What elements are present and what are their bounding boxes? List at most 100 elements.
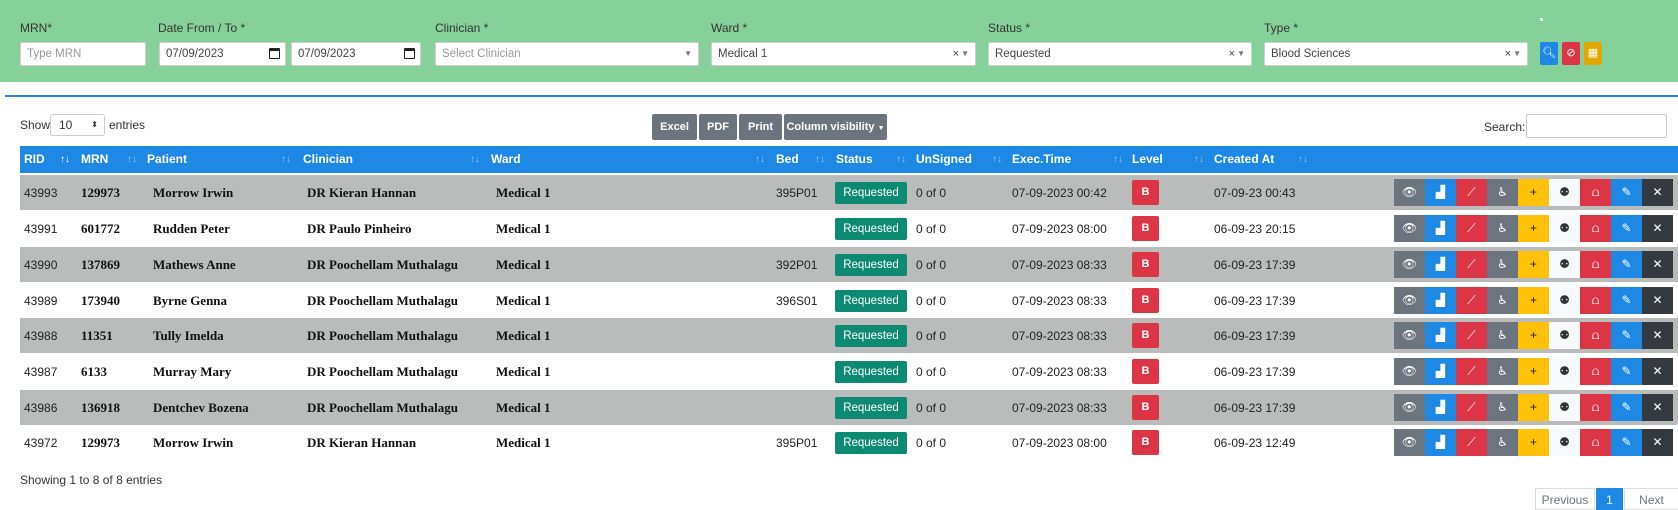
tube-button[interactable]: ⩍ [1580, 179, 1611, 206]
table-row[interactable]: 43986 136918 Dentchev Bozena DR Poochellam … [20, 390, 1678, 425]
table-row[interactable]: 43989 173940 Byrne Genna DR Poochellam Muth… [20, 283, 1678, 318]
edit-button[interactable]: ✎ [1611, 287, 1642, 314]
plus-button[interactable]: + [1518, 179, 1549, 206]
date-from-input[interactable]: 07/09/2023 [159, 42, 286, 66]
edit-button[interactable]: ✎ [1611, 215, 1642, 242]
close-button[interactable]: ✕ [1642, 358, 1673, 385]
line-chart-button[interactable]: ⟋ [1456, 429, 1487, 456]
column-header-ward[interactable]: Ward [491, 152, 521, 166]
bar-chart-button[interactable]: ▟ [1425, 322, 1456, 349]
wheelchair-button[interactable]: ♿ [1487, 429, 1518, 456]
bar-chart-button[interactable]: ▟ [1425, 287, 1456, 314]
users-button[interactable]: ⚉ [1549, 429, 1580, 456]
edit-button[interactable]: ✎ [1611, 179, 1642, 206]
users-button[interactable]: ⚉ [1549, 287, 1580, 314]
wheelchair-button[interactable]: ♿ [1487, 287, 1518, 314]
users-button[interactable]: ⚉ [1549, 179, 1580, 206]
close-button[interactable]: ✕ [1642, 215, 1673, 242]
excel-button[interactable]: Excel [652, 114, 697, 140]
bar-chart-button[interactable]: ▟ [1425, 429, 1456, 456]
wheelchair-button[interactable]: ♿ [1487, 322, 1518, 349]
eye-button[interactable]: 👁 [1394, 215, 1425, 242]
plus-button[interactable]: + [1518, 215, 1549, 242]
column-header-mrn[interactable]: MRN [81, 152, 108, 166]
wheelchair-button[interactable]: ♿ [1487, 215, 1518, 242]
edit-button[interactable]: ✎ [1611, 251, 1642, 278]
users-button[interactable]: ⚉ [1549, 322, 1580, 349]
column-header-exec-time[interactable]: Exec.Time [1012, 152, 1071, 166]
date-to-input[interactable]: 07/09/2023 [291, 42, 421, 66]
edit-button[interactable]: ✎ [1611, 358, 1642, 385]
close-button[interactable]: ✕ [1642, 179, 1673, 206]
column-visibility-button[interactable]: Column visibility ▼ [784, 114, 887, 140]
pagination-next[interactable]: Next [1624, 488, 1678, 510]
edit-button[interactable]: ✎ [1611, 322, 1642, 349]
column-header-bed[interactable]: Bed [776, 152, 799, 166]
clear-icon[interactable]: × [1229, 43, 1235, 65]
plus-button[interactable]: + [1518, 322, 1549, 349]
close-button[interactable]: ✕ [1642, 322, 1673, 349]
line-chart-button[interactable]: ⟋ [1456, 215, 1487, 242]
calendar-button[interactable]: ▦ [1584, 42, 1602, 65]
wheelchair-button[interactable]: ♿ [1487, 358, 1518, 385]
plus-button[interactable]: + [1518, 358, 1549, 385]
table-row[interactable]: 43991 601772 Rudden Peter DR Paulo Pinheiro… [20, 211, 1678, 246]
eye-button[interactable]: 👁 [1394, 251, 1425, 278]
wheelchair-button[interactable]: ♿ [1487, 179, 1518, 206]
print-button[interactable]: Print [739, 114, 782, 140]
tube-button[interactable]: ⩍ [1580, 215, 1611, 242]
tube-button[interactable]: ⩍ [1580, 251, 1611, 278]
line-chart-button[interactable]: ⟋ [1456, 322, 1487, 349]
edit-button[interactable]: ✎ [1611, 429, 1642, 456]
line-chart-button[interactable]: ⟋ [1456, 394, 1487, 421]
clear-icon[interactable]: × [953, 43, 959, 65]
close-button[interactable]: ✕ [1642, 394, 1673, 421]
line-chart-button[interactable]: ⟋ [1456, 251, 1487, 278]
plus-button[interactable]: + [1518, 251, 1549, 278]
table-row[interactable]: 43987 6133 Murray Mary DR Poochellam Muthal… [20, 354, 1678, 389]
plus-button[interactable]: + [1518, 394, 1549, 421]
column-header-status[interactable]: Status [836, 152, 873, 166]
bar-chart-button[interactable]: ▟ [1425, 358, 1456, 385]
column-header-unsigned[interactable]: UnSigned [916, 152, 972, 166]
column-header-patient[interactable]: Patient [147, 152, 187, 166]
close-button[interactable]: ✕ [1642, 251, 1673, 278]
eye-button[interactable]: 👁 [1394, 394, 1425, 421]
type-select[interactable]: Blood Sciences × ▼ [1264, 42, 1528, 66]
table-row[interactable]: 43972 129973 Morrow Irwin DR Kieran Hannan M… [20, 425, 1678, 460]
line-chart-button[interactable]: ⟋ [1456, 358, 1487, 385]
column-header-level[interactable]: Level [1132, 152, 1163, 166]
close-button[interactable]: ✕ [1642, 287, 1673, 314]
ward-select[interactable]: Medical 1 × ▼ [711, 42, 976, 66]
eye-button[interactable]: 👁 [1394, 322, 1425, 349]
pdf-button[interactable]: PDF [699, 114, 737, 140]
tube-button[interactable]: ⩍ [1580, 287, 1611, 314]
table-row[interactable]: 43993 129973 Morrow Irwin DR Kieran Hannan M… [20, 175, 1678, 210]
bar-chart-button[interactable]: ▟ [1425, 251, 1456, 278]
column-header-rid[interactable]: RID [24, 152, 45, 166]
close-button[interactable]: ✕ [1642, 429, 1673, 456]
bar-chart-button[interactable]: ▟ [1425, 394, 1456, 421]
clear-icon[interactable]: × [1505, 43, 1511, 65]
column-header-clinician[interactable]: Clinician [303, 152, 353, 166]
eye-button[interactable]: 👁 [1394, 429, 1425, 456]
bar-chart-button[interactable]: ▟ [1425, 179, 1456, 206]
plus-button[interactable]: + [1518, 287, 1549, 314]
tube-button[interactable]: ⩍ [1580, 394, 1611, 421]
line-chart-button[interactable]: ⟋ [1456, 287, 1487, 314]
table-row[interactable]: 43988 11351 Tully Imelda DR Poochellam Muth… [20, 318, 1678, 353]
users-button[interactable]: ⚉ [1549, 358, 1580, 385]
mrn-input[interactable]: Type MRN [20, 42, 146, 66]
eye-button[interactable]: 👁 [1394, 358, 1425, 385]
edit-button[interactable]: ✎ [1611, 394, 1642, 421]
pagination-page-1[interactable]: 1 [1596, 488, 1623, 510]
tube-button[interactable]: ⩍ [1580, 358, 1611, 385]
tube-button[interactable]: ⩍ [1580, 322, 1611, 349]
wheelchair-button[interactable]: ♿ [1487, 251, 1518, 278]
status-select[interactable]: Requested × ▼ [988, 42, 1252, 66]
reset-button[interactable]: ⊘ [1562, 42, 1580, 65]
line-chart-button[interactable]: ⟋ [1456, 179, 1487, 206]
search-button[interactable]: 🔍︎ [1540, 42, 1558, 65]
plus-button[interactable]: + [1518, 429, 1549, 456]
table-row[interactable]: 43990 137869 Mathews Anne DR Poochellam Mut… [20, 247, 1678, 282]
